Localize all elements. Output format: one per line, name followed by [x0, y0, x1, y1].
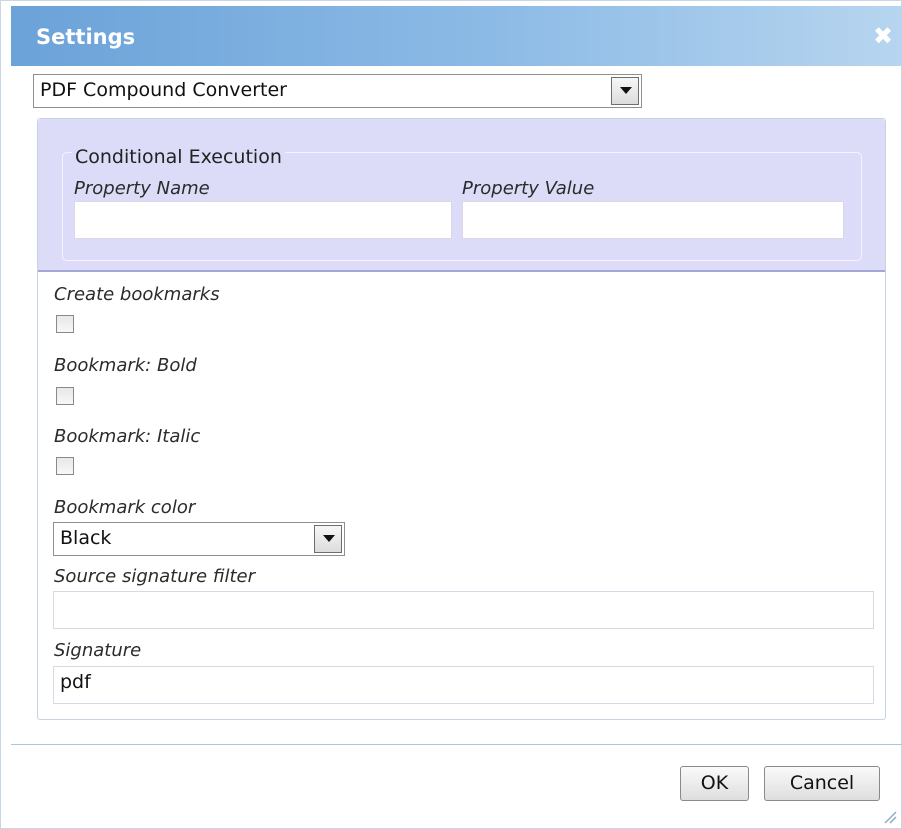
bookmark-bold-label: Bookmark: Bold [54, 355, 197, 376]
bookmark-italic-label: Bookmark: Italic [54, 426, 201, 447]
bookmark-color-label: Bookmark color [54, 497, 196, 518]
bookmark-color-select[interactable]: Black [53, 522, 345, 556]
property-value-field[interactable] [462, 201, 844, 239]
create-bookmarks-label: Create bookmarks [54, 284, 220, 305]
dialog-titlebar[interactable]: Settings ✖ [11, 6, 902, 66]
signature-label: Signature [54, 640, 142, 661]
chevron-down-icon[interactable] [611, 77, 639, 105]
conditional-execution-section: Conditional Execution Property Name Prop… [38, 119, 885, 272]
dialog-title: Settings [36, 25, 136, 49]
ok-button[interactable]: OK [680, 766, 749, 801]
bookmark-italic-checkbox[interactable] [56, 457, 74, 475]
settings-dialog: Settings ✖ PDF Compound Converter Condit… [0, 0, 902, 829]
property-name-field[interactable] [74, 201, 452, 239]
bookmark-bold-checkbox[interactable] [56, 387, 74, 405]
close-icon[interactable]: ✖ [871, 24, 895, 48]
chevron-down-icon[interactable] [314, 525, 342, 553]
create-bookmarks-checkbox[interactable] [56, 315, 74, 333]
converter-select[interactable]: PDF Compound Converter [33, 74, 642, 108]
footer-divider [11, 744, 902, 745]
source-signature-filter-field[interactable] [53, 591, 874, 629]
converter-settings-panel: Conditional Execution Property Name Prop… [37, 118, 886, 720]
property-value-label: Property Value [462, 178, 595, 199]
converter-select-value: PDF Compound Converter [40, 79, 287, 101]
cancel-button[interactable]: Cancel [764, 766, 880, 801]
resize-grip-icon[interactable] [881, 808, 897, 824]
source-signature-filter-label: Source signature filter [54, 566, 256, 587]
signature-field[interactable]: pdf [53, 666, 874, 704]
bookmark-color-value: Black [60, 527, 112, 549]
property-name-label: Property Name [74, 178, 210, 199]
conditional-execution-legend: Conditional Execution [72, 146, 285, 168]
